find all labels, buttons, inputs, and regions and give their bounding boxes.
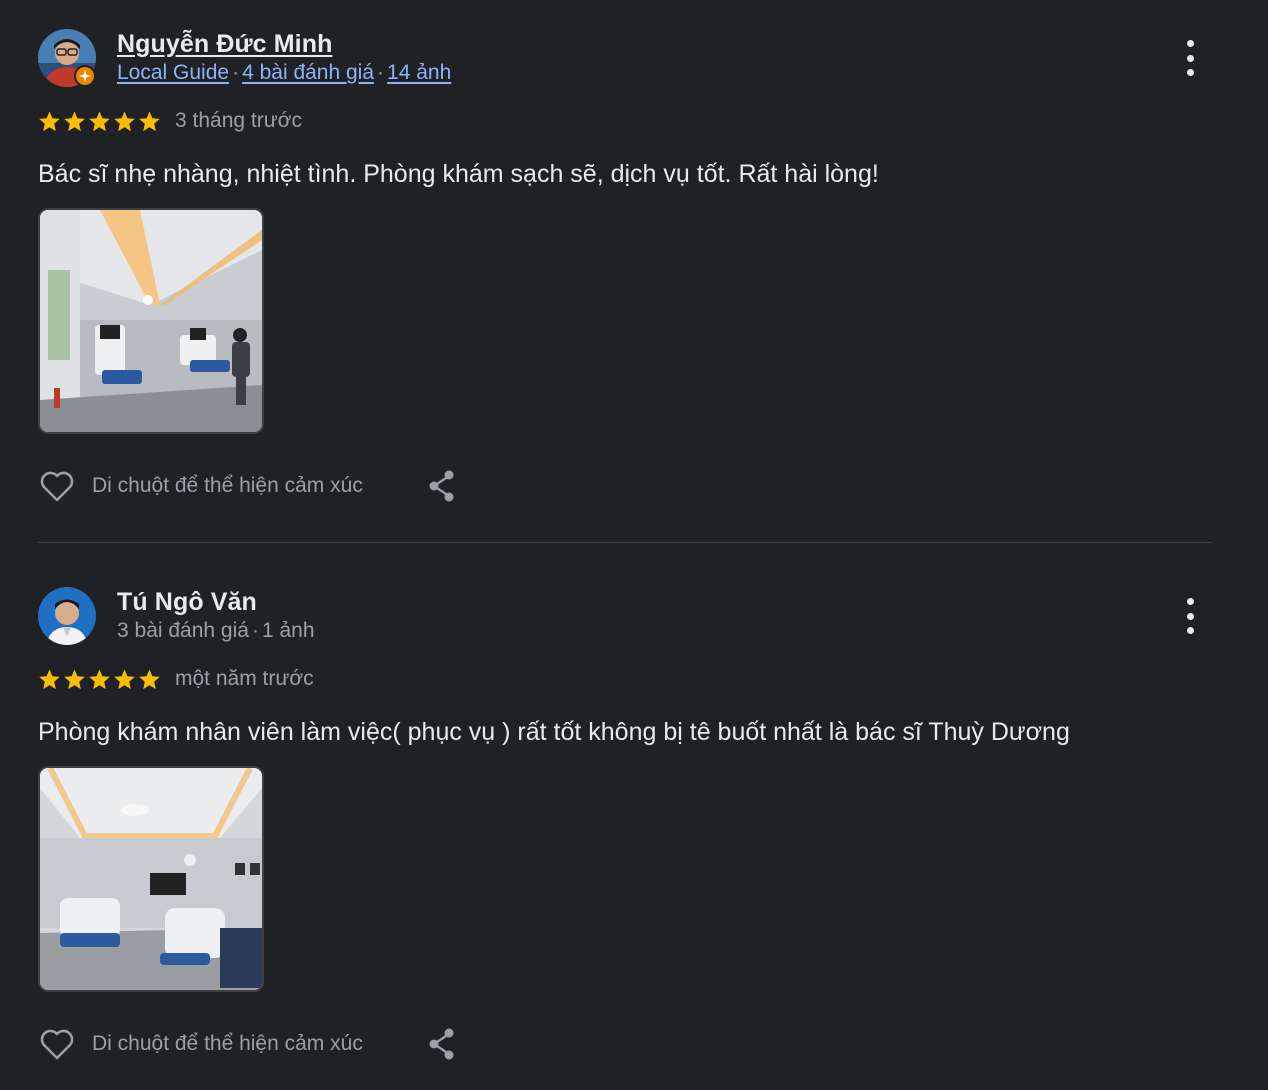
review-text: Phòng khám nhân viên làm việc( phục vụ )… <box>38 718 1070 746</box>
review-card: Nguyễn Đức Minh Local Guide · 4 bài đánh g… <box>38 28 1212 506</box>
meta-separator: · <box>232 61 240 84</box>
review-card: Tú Ngô Văn 3 bài đánh giá · 1 ảnh một năm … <box>38 586 1212 1064</box>
star-icon <box>114 110 135 131</box>
star-icon <box>139 110 160 131</box>
meta-separator: · <box>251 619 259 642</box>
review-header: Tú Ngô Văn 3 bài đánh giá · 1 ảnh <box>38 586 1212 646</box>
reviews-count-link[interactable]: 4 bài đánh giá <box>242 61 374 84</box>
rating-row: một năm trước <box>38 666 1212 692</box>
star-icon <box>89 668 110 689</box>
meta-separator: · <box>377 61 385 84</box>
star-icon <box>39 110 60 131</box>
star-rating <box>38 110 161 133</box>
reviews-count[interactable]: 3 bài đánh giá <box>117 619 249 642</box>
author-name[interactable]: Nguyễn Đức Minh <box>117 30 332 59</box>
review-header: Nguyễn Đức Minh Local Guide · 4 bài đánh g… <box>38 28 1212 88</box>
react-hint: Di chuột để thể hiện cảm xúc <box>92 1032 363 1055</box>
share-icon[interactable] <box>426 468 458 504</box>
heart-outline-icon[interactable] <box>38 1025 76 1063</box>
local-guide-badge-icon <box>74 65 96 87</box>
share-icon[interactable] <box>426 1026 458 1062</box>
photos-count[interactable]: 1 ảnh <box>262 619 315 642</box>
star-rating <box>38 668 161 691</box>
star-icon <box>64 110 85 131</box>
review-photo[interactable] <box>38 208 264 434</box>
react-hint: Di chuột để thể hiện cảm xúc <box>92 474 363 497</box>
review-text: Bác sĩ nhẹ nhàng, nhiệt tình. Phòng khám… <box>38 160 879 188</box>
rating-row: 3 tháng trước <box>38 108 1212 134</box>
review-actions: Di chuột để thể hiện cảm xúc <box>38 466 1212 506</box>
avatar[interactable] <box>38 587 96 645</box>
heart-outline-icon[interactable] <box>38 467 76 505</box>
star-icon <box>64 668 85 689</box>
author-name[interactable]: Tú Ngô Văn <box>117 588 257 617</box>
star-icon <box>114 668 135 689</box>
review-time: 3 tháng trước <box>175 109 303 132</box>
star-icon <box>139 668 160 689</box>
star-icon <box>89 110 110 131</box>
author-meta: Local Guide · 4 bài đánh giá · 14 ảnh <box>117 61 451 85</box>
photos-count-link[interactable]: 14 ảnh <box>387 61 451 84</box>
more-vert-icon[interactable] <box>1178 598 1202 634</box>
author-meta: 3 bài đánh giá · 1 ảnh <box>117 619 315 643</box>
review-divider <box>38 542 1212 543</box>
review-time: một năm trước <box>175 667 314 690</box>
local-guide-link[interactable]: Local Guide <box>117 61 229 84</box>
review-photo[interactable] <box>38 766 264 992</box>
star-icon <box>39 668 60 689</box>
more-vert-icon[interactable] <box>1178 40 1202 76</box>
review-actions: Di chuột để thể hiện cảm xúc <box>38 1024 1212 1064</box>
avatar[interactable] <box>38 29 96 87</box>
